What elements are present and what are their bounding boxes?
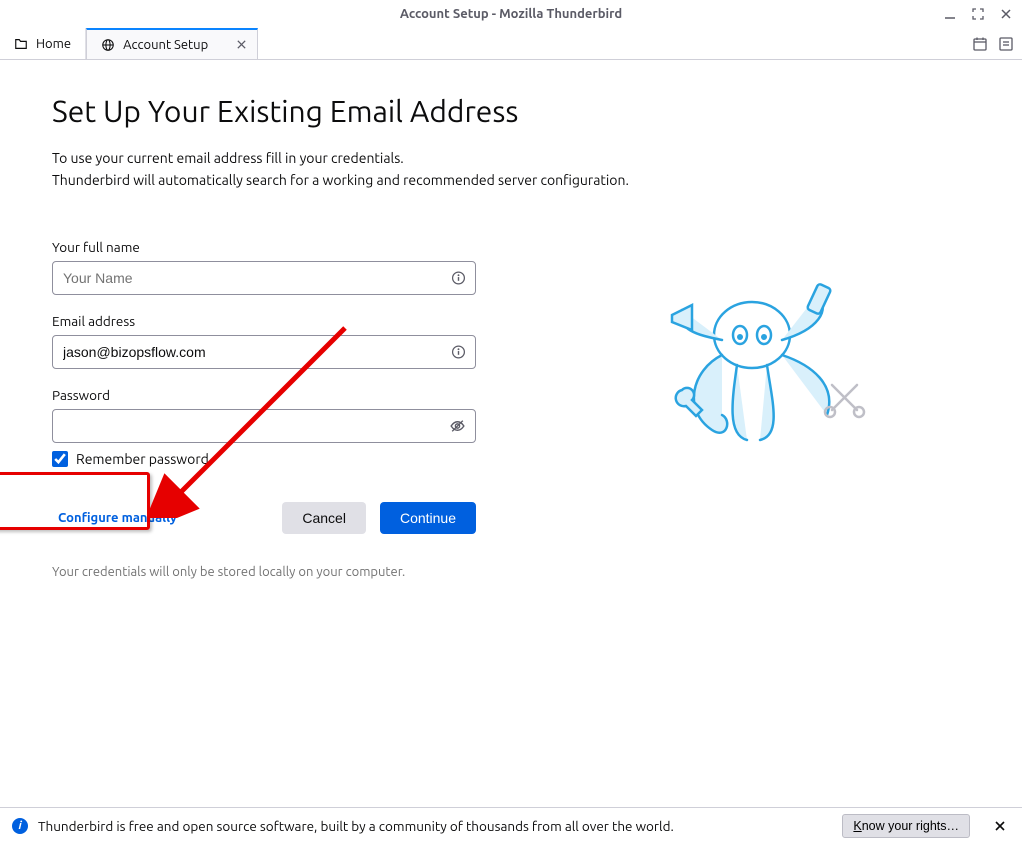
continue-button[interactable]: Continue	[380, 502, 476, 534]
tabbar-right	[972, 28, 1014, 60]
subtitle-line2: Thunderbird will automatically search fo…	[52, 172, 629, 188]
notification-text: Thunderbird is free and open source soft…	[38, 818, 674, 834]
window-title: Account Setup - Mozilla Thunderbird	[400, 7, 622, 21]
tabbar: Home Account Setup	[0, 28, 1022, 60]
calendar-icon[interactable]	[972, 36, 988, 52]
name-input[interactable]	[52, 261, 476, 295]
rights-btn-rest: now your rights…	[862, 819, 959, 833]
octopus-illustration	[652, 280, 872, 460]
tab-home[interactable]: Home	[0, 28, 86, 59]
maximize-icon[interactable]	[972, 8, 986, 20]
info-icon[interactable]	[451, 271, 466, 286]
remember-checkbox[interactable]	[52, 451, 68, 467]
minimize-icon[interactable]	[944, 8, 958, 20]
tasks-icon[interactable]	[998, 36, 1014, 52]
window-titlebar: Account Setup - Mozilla Thunderbird	[0, 0, 1022, 28]
tab-account-setup[interactable]: Account Setup	[86, 28, 258, 59]
button-row: Configure manually Cancel Continue	[52, 501, 476, 535]
window-controls	[944, 0, 1014, 28]
info-icon[interactable]	[451, 345, 466, 360]
remember-label: Remember password	[76, 451, 209, 467]
email-input[interactable]	[52, 335, 476, 369]
close-icon[interactable]	[1000, 8, 1014, 20]
setup-form: Your full name Email address Password Re…	[52, 239, 476, 467]
privacy-note: Your credentials will only be stored loc…	[52, 565, 970, 579]
page-title: Set Up Your Existing Email Address	[52, 94, 970, 128]
page-subtitle: To use your current email address fill i…	[52, 148, 970, 191]
password-input[interactable]	[52, 409, 476, 443]
eye-off-icon[interactable]	[449, 418, 466, 435]
folder-icon	[14, 37, 28, 51]
email-label: Email address	[52, 313, 476, 329]
globe-icon	[101, 38, 115, 52]
password-label: Password	[52, 387, 476, 403]
tab-close-icon[interactable]	[236, 39, 247, 50]
cancel-button[interactable]: Cancel	[282, 502, 366, 534]
know-your-rights-button[interactable]: Know your rights…	[842, 814, 970, 838]
content-area: Set Up Your Existing Email Address To us…	[0, 60, 1022, 579]
tab-home-label: Home	[36, 37, 71, 51]
notification-close-icon[interactable]	[990, 820, 1010, 832]
name-label: Your full name	[52, 239, 476, 255]
info-icon: i	[12, 818, 28, 834]
remember-row: Remember password	[52, 451, 476, 467]
tab-setup-label: Account Setup	[123, 38, 208, 52]
subtitle-line1: To use your current email address fill i…	[52, 150, 404, 166]
configure-manually-link[interactable]: Configure manually	[52, 501, 183, 535]
notification-bar: i Thunderbird is free and open source so…	[0, 807, 1022, 843]
